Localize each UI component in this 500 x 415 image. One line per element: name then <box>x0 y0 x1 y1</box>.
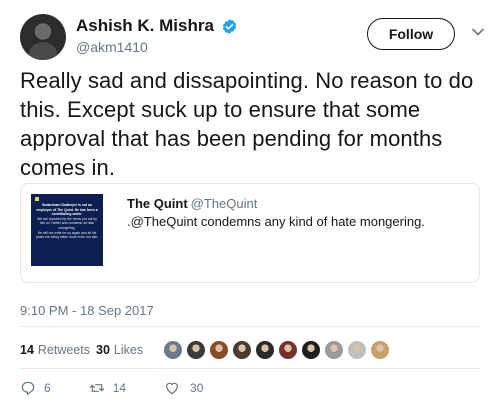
quoted-tweet-card[interactable]: Sudarshan Chatterjee is not an employee … <box>20 183 480 283</box>
divider <box>20 326 480 327</box>
author-display-name[interactable]: Ashish K. Mishra <box>76 16 214 36</box>
liker-avatar[interactable] <box>186 340 207 360</box>
retweet-button[interactable]: 14 <box>89 380 126 396</box>
like-count: 30 <box>190 381 204 395</box>
likes-label[interactable]: Likes <box>114 343 143 357</box>
liker-avatar[interactable] <box>324 340 345 360</box>
tweet-text: Really sad and dissapointing. No reason … <box>20 68 474 180</box>
quoted-tweet-image[interactable]: Sudarshan Chatterjee is not an employee … <box>31 194 103 266</box>
reply-icon <box>21 381 35 395</box>
liker-avatar[interactable] <box>347 340 368 360</box>
liker-avatar[interactable] <box>209 340 230 360</box>
quint-logo-icon <box>35 197 39 201</box>
tweet-header: Ashish K. Mishra @akm1410 Follow <box>20 14 490 64</box>
liker-avatar[interactable] <box>301 340 322 360</box>
thumb-line: We are shocked by the views put out by h… <box>37 216 97 230</box>
divider <box>20 368 480 369</box>
reply-button[interactable]: 6 <box>20 380 51 396</box>
retweet-icon <box>89 384 104 392</box>
likes-count[interactable]: 30 <box>96 343 110 357</box>
quoted-author: The Quint @TheQuint <box>127 196 257 211</box>
verified-badge-icon <box>223 18 237 34</box>
liker-avatar[interactable] <box>255 340 276 360</box>
retweets-count[interactable]: 14 <box>20 343 34 357</box>
follow-button[interactable]: Follow <box>367 18 455 50</box>
liker-avatars <box>163 340 393 360</box>
liker-avatar[interactable] <box>232 340 253 360</box>
tweet-stats: 14 Retweets 30 Likes <box>20 338 393 362</box>
liker-avatar[interactable] <box>278 340 299 360</box>
chevron-down-icon[interactable] <box>472 28 484 36</box>
reply-count: 6 <box>44 381 51 395</box>
tweet-actions: 6 14 30 <box>20 378 241 398</box>
like-button[interactable]: 30 <box>164 380 203 396</box>
heart-icon <box>166 382 178 395</box>
author-block: Ashish K. Mishra @akm1410 <box>76 16 238 55</box>
quoted-author-name[interactable]: The Quint <box>127 196 188 211</box>
thumb-line: Sudarshan Chatterjee is not an employee … <box>36 203 98 217</box>
quoted-tweet-text: .@TheQuint condemns any kind of hate mon… <box>127 214 425 229</box>
liker-avatar[interactable] <box>163 340 184 360</box>
tweet-timestamp[interactable]: 9:10 PM - 18 Sep 2017 <box>20 303 154 318</box>
quoted-author-handle[interactable]: @TheQuint <box>191 196 258 211</box>
thumb-line: He will not write for us again and all h… <box>35 230 99 240</box>
retweet-count: 14 <box>112 381 127 395</box>
avatar[interactable] <box>20 14 66 60</box>
retweets-label[interactable]: Retweets <box>38 343 90 357</box>
liker-avatar[interactable] <box>370 340 391 360</box>
author-handle[interactable]: @akm1410 <box>76 39 238 55</box>
